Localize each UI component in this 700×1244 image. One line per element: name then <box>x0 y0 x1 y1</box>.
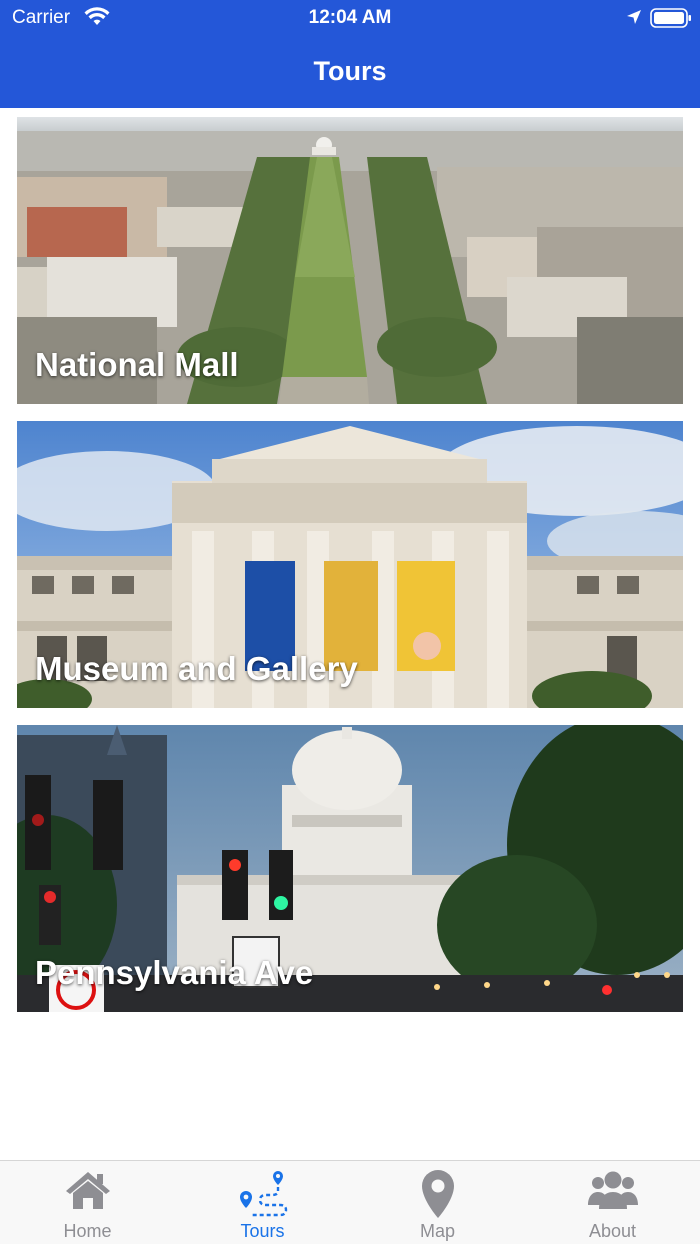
users-icon <box>587 1171 638 1209</box>
tour-card-pennsylvania-ave[interactable]: Pennsylvania Ave <box>17 725 683 1012</box>
page-title: Tours <box>313 56 387 86</box>
tab-label: Tours <box>240 1221 285 1241</box>
tab-map[interactable]: Map <box>350 1161 525 1244</box>
tab-label: About <box>588 1221 637 1241</box>
tours-route-icon <box>239 1171 287 1217</box>
navigation-header: Carrier 12:04 AM Tours <box>0 0 700 108</box>
tour-name: National Mall <box>35 346 239 383</box>
tab-about[interactable]: About <box>525 1161 700 1244</box>
tab-label: Home <box>63 1221 112 1241</box>
status-time: 12:04 AM <box>308 7 392 28</box>
tour-name: Museum and Gallery <box>35 650 358 687</box>
tour-name: Pennsylvania Ave <box>35 954 314 991</box>
tour-card-museum-and-gallery[interactable]: Museum and Gallery <box>17 421 683 708</box>
tour-card-national-mall[interactable]: National Mall <box>17 117 683 404</box>
location-arrow-icon <box>627 10 641 24</box>
tab-bar: Home Tours Map About <box>0 1160 700 1244</box>
home-icon <box>65 1172 110 1209</box>
tour-list: National Mall Museum and Gallery Pennsyl… <box>17 117 683 1029</box>
map-pin-icon <box>421 1170 454 1218</box>
tab-home[interactable]: Home <box>0 1161 175 1244</box>
tab-tours[interactable]: Tours <box>175 1161 350 1244</box>
tab-label: Map <box>419 1221 455 1241</box>
status-bar: Carrier 12:04 AM <box>0 0 700 36</box>
battery-icon <box>650 8 691 28</box>
